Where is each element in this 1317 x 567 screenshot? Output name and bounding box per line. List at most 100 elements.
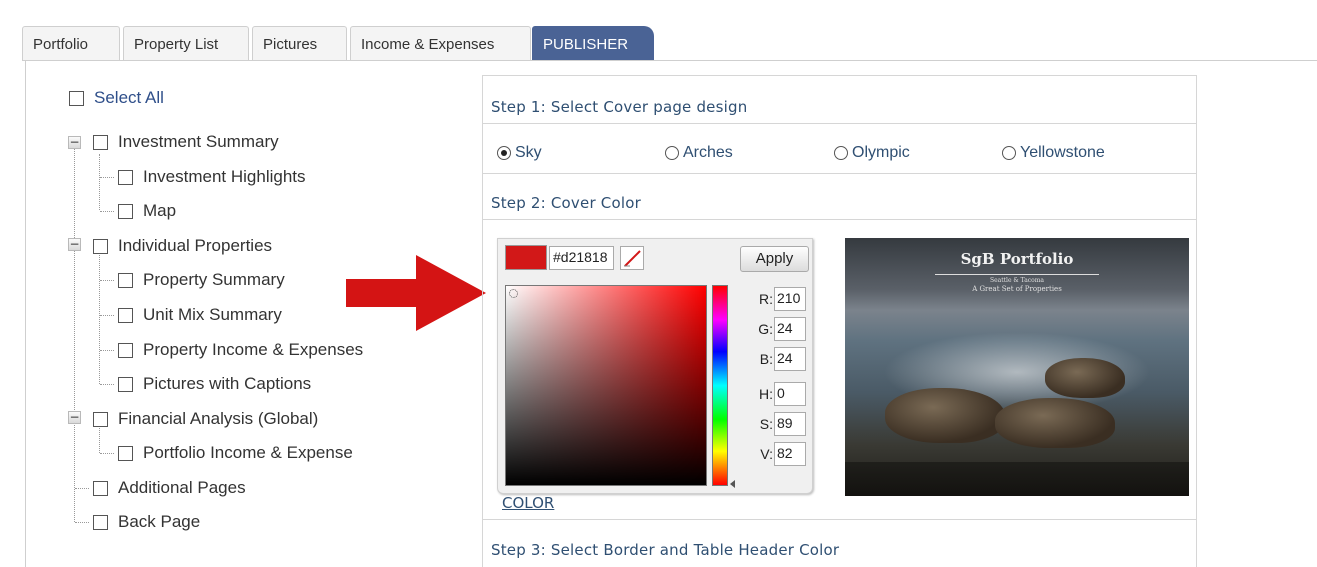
tree-connector (75, 522, 89, 523)
tree-item-label: Unit Mix Summary (143, 305, 282, 324)
tree-item-label: Pictures with Captions (143, 374, 312, 393)
tree-item-label: Individual Properties (118, 236, 273, 255)
red-field: R: 210 (733, 287, 806, 311)
cover-subtitle-line-1: Seattle & Tacoma (989, 277, 1045, 284)
hex-input[interactable]: #d21818 (549, 246, 614, 270)
radio-button[interactable] (497, 146, 511, 160)
color-picker: #d21818 Apply R: 210 G: 24 B: 24 H: 0 S:… (497, 238, 813, 494)
checkbox[interactable] (93, 238, 108, 254)
collapse-icon[interactable]: − (68, 136, 81, 149)
tab-income-expenses[interactable]: Income & Expenses (350, 26, 531, 60)
tree-item-financial-analysis[interactable]: Financial Analysis (Global) (93, 408, 318, 430)
tree-item-label: Property Summary (143, 270, 285, 289)
tree-item-map[interactable]: Map (118, 200, 176, 222)
cover-title-rule (935, 274, 1099, 275)
checkbox[interactable] (118, 342, 133, 358)
cover-design-olympic[interactable]: Olympic (834, 144, 910, 162)
cover-title: SgB Portfolio (960, 250, 1074, 268)
tab-pictures[interactable]: Pictures (252, 26, 347, 60)
collapse-icon[interactable]: − (68, 411, 81, 424)
color-swatch (505, 245, 547, 270)
blue-label: B: (759, 351, 773, 367)
no-color-icon[interactable] (620, 246, 644, 270)
checkbox[interactable] (118, 376, 133, 392)
tree-connector (100, 177, 114, 178)
tree-item-back-page[interactable]: Back Page (93, 511, 200, 533)
checkbox[interactable] (118, 307, 133, 323)
tree-item-property-income-expenses[interactable]: Property Income & Expenses (118, 339, 363, 361)
checkbox[interactable] (93, 514, 108, 530)
hue-slider[interactable] (712, 285, 728, 486)
tab-publisher[interactable]: PUBLISHER (532, 26, 654, 60)
tree-connector (100, 384, 114, 385)
tab-property-list[interactable]: Property List (123, 26, 249, 60)
step-1-heading: Step 1: Select Cover page design (491, 98, 748, 116)
tree-item-property-summary[interactable]: Property Summary (118, 269, 285, 291)
green-label: G: (758, 321, 773, 337)
tree-item-label: Investment Summary (118, 132, 279, 151)
cover-design-sky[interactable]: Sky (497, 144, 542, 162)
tree-connector (100, 211, 114, 212)
tree-item-additional-pages[interactable]: Additional Pages (93, 477, 246, 499)
checkbox[interactable] (118, 169, 133, 185)
cover-design-arches[interactable]: Arches (665, 144, 733, 162)
divider (483, 219, 1196, 220)
tab-portfolio[interactable]: Portfolio (22, 26, 120, 60)
select-all-row[interactable]: Select All (69, 87, 164, 109)
blue-input[interactable]: 24 (774, 347, 806, 371)
tree-item-label: Investment Highlights (143, 167, 306, 186)
tree-connector (100, 453, 114, 454)
checkbox[interactable] (118, 272, 133, 288)
saturation-label: S: (759, 416, 773, 432)
tree-connector (100, 280, 114, 281)
cover-design-yellowstone[interactable]: Yellowstone (1002, 144, 1105, 162)
checkbox[interactable] (93, 411, 108, 427)
cover-subtitle-line-2: A Great Set of Properties (972, 285, 1062, 293)
apply-button[interactable]: Apply (740, 246, 809, 272)
tree-item-pictures-with-captions[interactable]: Pictures with Captions (118, 373, 311, 395)
hue-slider-handle[interactable] (730, 480, 735, 488)
color-link[interactable]: COLOR (502, 494, 554, 512)
color-cursor[interactable] (509, 289, 518, 298)
saturation-value-area[interactable] (505, 285, 707, 486)
checkbox[interactable] (93, 480, 108, 496)
tree-item-investment-summary[interactable]: Investment Summary (93, 131, 279, 153)
select-all-checkbox[interactable] (69, 90, 84, 106)
checkbox[interactable] (118, 203, 133, 219)
tree-item-portfolio-income-expense[interactable]: Portfolio Income & Expense (118, 442, 353, 464)
select-all-label: Select All (94, 88, 164, 107)
radio-button[interactable] (665, 146, 679, 160)
checkbox[interactable] (93, 134, 108, 150)
green-input[interactable]: 24 (774, 317, 806, 341)
tree-connector (74, 148, 75, 522)
red-input[interactable]: 210 (774, 287, 806, 311)
tab-label: Portfolio (33, 36, 89, 53)
tree-item-individual-properties[interactable]: Individual Properties (93, 235, 272, 257)
hue-field: H: 0 (733, 382, 806, 406)
radio-button[interactable] (834, 146, 848, 160)
divider (483, 173, 1196, 174)
radio-button[interactable] (1002, 146, 1016, 160)
tree-item-label: Back Page (118, 512, 201, 531)
checkbox[interactable] (118, 445, 133, 461)
radio-label: Olympic (852, 144, 910, 161)
cover-preview-image: SgB Portfolio Seattle & Tacoma A Great S… (845, 238, 1189, 496)
tree-item-investment-highlights[interactable]: Investment Highlights (118, 166, 306, 188)
cover-subtitle: Seattle & Tacoma A Great Set of Properti… (845, 277, 1189, 293)
saturation-field: S: 89 (733, 412, 806, 436)
collapse-icon[interactable]: − (68, 238, 81, 251)
rock-shape (1045, 358, 1125, 398)
radio-label: Yellowstone (1020, 144, 1105, 161)
tree-connector (100, 350, 114, 351)
rock-shape (885, 388, 1005, 443)
value-field: V: 82 (733, 442, 806, 466)
divider (483, 519, 1196, 520)
hue-input[interactable]: 0 (774, 382, 806, 406)
tree-item-unit-mix-summary[interactable]: Unit Mix Summary (118, 304, 282, 326)
step-2-heading: Step 2: Cover Color (491, 194, 641, 212)
value-input[interactable]: 82 (774, 442, 806, 466)
tree-item-label: Additional Pages (118, 478, 246, 497)
step-3-heading: Step 3: Select Border and Table Header C… (491, 541, 840, 559)
saturation-input[interactable]: 89 (774, 412, 806, 436)
divider (483, 123, 1196, 124)
